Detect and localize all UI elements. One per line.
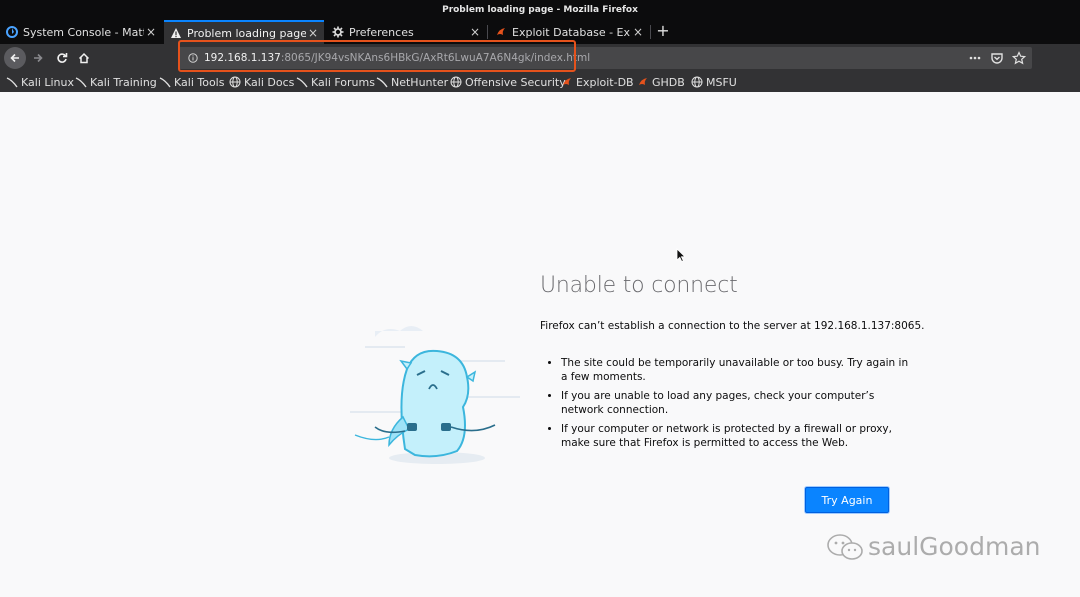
bookmark-kali-linux[interactable]: Kali Linux bbox=[6, 72, 74, 92]
url-highlight-box bbox=[178, 40, 576, 72]
kali-dragon-icon bbox=[6, 76, 18, 88]
more-icon[interactable] bbox=[968, 51, 982, 65]
try-again-button[interactable]: Try Again bbox=[805, 487, 889, 513]
bookmark-label: NetHunter bbox=[391, 75, 449, 89]
home-icon bbox=[78, 52, 90, 64]
globe-icon bbox=[691, 76, 703, 88]
gear-icon bbox=[332, 26, 344, 38]
bookmark-label: MSFU bbox=[706, 75, 737, 89]
bookmark-label: Kali Forums bbox=[311, 75, 375, 89]
bookmark-exploit-db[interactable]: Exploit-DB bbox=[561, 72, 634, 92]
bookmark-ghdb[interactable]: GHDB bbox=[637, 72, 685, 92]
tab-label: Problem loading page bbox=[187, 26, 306, 40]
kali-dragon-icon bbox=[296, 76, 308, 88]
suggestion-item: If your computer or network is protected… bbox=[561, 422, 911, 450]
arrow-left-icon bbox=[10, 53, 19, 63]
bookmark-label: Exploit-DB bbox=[576, 75, 634, 89]
mattermost-icon bbox=[6, 26, 18, 38]
error-page: Unable to connect Firefox can’t establis… bbox=[0, 92, 1080, 597]
bookmark-label: GHDB bbox=[652, 75, 685, 89]
wechat-icon bbox=[827, 533, 863, 560]
tab-label: System Console - Matte bbox=[23, 25, 144, 39]
back-button[interactable] bbox=[4, 47, 26, 69]
bookmark-nethunter[interactable]: NetHunter bbox=[376, 72, 448, 92]
tab-label: Preferences bbox=[349, 25, 414, 39]
watermark-text: saulGoodman bbox=[868, 532, 1041, 561]
bookmark-kali-forums[interactable]: Kali Forums bbox=[296, 72, 375, 92]
home-button[interactable] bbox=[74, 48, 94, 68]
tab-label: Exploit Database - Explo bbox=[512, 25, 631, 39]
kali-dragon-icon bbox=[376, 76, 388, 88]
kali-dragon-icon bbox=[75, 76, 87, 88]
new-tab-button[interactable]: + bbox=[655, 20, 671, 44]
mouse-cursor-icon bbox=[676, 248, 686, 262]
bookmark-kali-docs[interactable]: Kali Docs bbox=[229, 72, 294, 92]
arrow-right-icon bbox=[34, 53, 43, 63]
close-tab-icon[interactable]: × bbox=[144, 25, 158, 39]
error-title: Unable to connect bbox=[540, 273, 738, 298]
watermark: saulGoodman bbox=[826, 532, 1041, 561]
suggestion-item: If you are unable to load any pages, che… bbox=[561, 389, 911, 417]
suggestion-item: The site could be temporarily unavailabl… bbox=[561, 356, 911, 384]
bookmark-label: Kali Tools bbox=[174, 75, 225, 89]
exploitdb-icon bbox=[495, 26, 507, 38]
exploitdb-icon bbox=[561, 76, 573, 88]
warning-icon bbox=[170, 27, 182, 39]
url-actions bbox=[968, 50, 1026, 66]
close-tab-icon[interactable]: × bbox=[468, 25, 482, 39]
tab-separator bbox=[487, 25, 488, 39]
bookmark-offensive-security[interactable]: Offensive Security bbox=[450, 72, 566, 92]
bookmark-star-icon[interactable] bbox=[1012, 51, 1026, 65]
reload-icon bbox=[57, 53, 68, 63]
kali-dragon-icon bbox=[159, 76, 171, 88]
bookmarks-toolbar: Kali Linux Kali Training Kali Tools Kali… bbox=[0, 72, 1080, 92]
bookmark-label: Kali Docs bbox=[244, 75, 295, 89]
bookmark-label: Kali Linux bbox=[21, 75, 75, 89]
globe-icon bbox=[229, 76, 241, 88]
forward-button[interactable] bbox=[28, 48, 48, 68]
globe-icon bbox=[450, 76, 462, 88]
reload-button[interactable] bbox=[52, 48, 72, 68]
close-tab-icon[interactable]: × bbox=[306, 26, 320, 40]
bookmark-kali-tools[interactable]: Kali Tools bbox=[159, 72, 224, 92]
bookmark-label: Kali Training bbox=[90, 75, 157, 89]
window-title: Problem loading page - Mozilla Firefox bbox=[0, 0, 1080, 20]
disconnected-dino-illustration bbox=[350, 326, 520, 464]
tab-separator bbox=[650, 25, 651, 39]
bookmark-label: Offensive Security bbox=[465, 75, 566, 89]
exploitdb-icon bbox=[637, 76, 649, 88]
pocket-icon[interactable] bbox=[990, 51, 1004, 65]
close-tab-icon[interactable]: × bbox=[631, 25, 645, 39]
error-suggestions: The site could be temporarily unavailabl… bbox=[545, 356, 911, 455]
bookmark-msfu[interactable]: MSFU bbox=[691, 72, 737, 92]
tab-system-console[interactable]: System Console - Matte × bbox=[0, 20, 162, 44]
error-description: Firefox can’t establish a connection to … bbox=[540, 320, 925, 332]
bookmark-kali-training[interactable]: Kali Training bbox=[75, 72, 157, 92]
